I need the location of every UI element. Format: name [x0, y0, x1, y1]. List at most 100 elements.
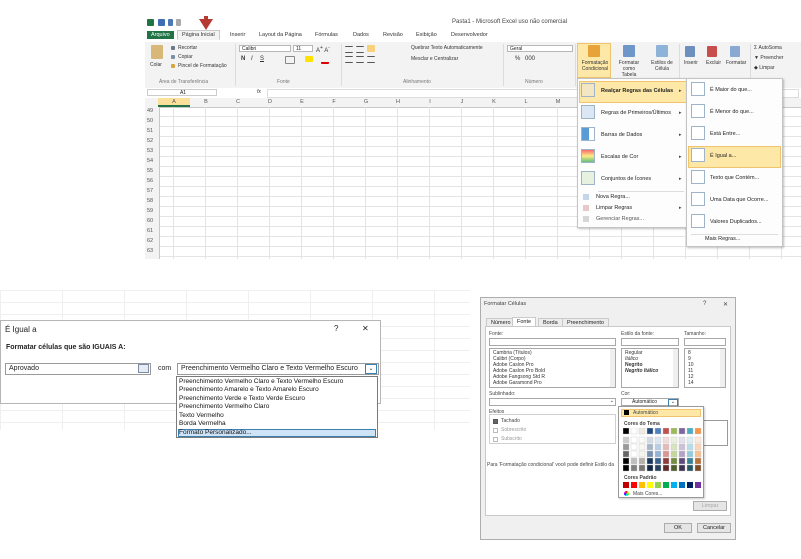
theme-color-swatch[interactable]: [638, 443, 646, 451]
help-button[interactable]: ?: [703, 301, 706, 307]
subscript-checkbox[interactable]: [493, 437, 498, 442]
dropdown-option[interactable]: Preenchimento Verde e Texto Verde Escuro: [179, 395, 305, 402]
theme-color-swatch[interactable]: [678, 464, 686, 472]
row-header[interactable]: 62: [147, 238, 153, 244]
standard-color-swatch[interactable]: [639, 482, 645, 488]
cut-button[interactable]: Recortar: [178, 45, 197, 51]
align-right-icon[interactable]: [367, 56, 375, 63]
font-color-icon[interactable]: [321, 56, 329, 64]
standard-color-swatch[interactable]: [623, 482, 629, 488]
color-select[interactable]: Automático ⌄: [621, 398, 679, 407]
menu-item-icon-sets[interactable]: Conjuntos de Ícones ▸: [578, 171, 686, 189]
theme-color-swatch[interactable]: [630, 450, 638, 458]
wrap-text-button[interactable]: Quebrar Texto Automaticamente: [411, 45, 483, 51]
column-header[interactable]: G: [350, 99, 382, 105]
chevron-down-icon[interactable]: ⌄: [365, 364, 377, 374]
theme-color-swatch[interactable]: [654, 443, 662, 451]
row-header[interactable]: 60: [147, 218, 153, 224]
theme-color-swatch[interactable]: [686, 436, 694, 444]
theme-color-swatch[interactable]: [623, 464, 630, 472]
standard-color-swatch[interactable]: [663, 482, 669, 488]
submenu-item-greater[interactable]: É Maior do que...: [687, 82, 780, 100]
format-select[interactable]: Preenchimento Vermelho Claro e Texto Ver…: [177, 363, 379, 375]
size-option[interactable]: 14: [688, 380, 694, 386]
dropdown-option-selected[interactable]: Formato Personalizado...: [179, 429, 252, 436]
row-header[interactable]: 49: [147, 108, 153, 114]
cancel-button[interactable]: Cancelar: [697, 523, 731, 533]
theme-color-swatch[interactable]: [638, 464, 646, 472]
column-header[interactable]: F: [318, 99, 350, 105]
theme-color-swatch[interactable]: [646, 464, 654, 472]
column-header[interactable]: L: [510, 99, 542, 105]
underline-button[interactable]: S: [260, 56, 264, 62]
align-center-icon[interactable]: [356, 56, 364, 63]
standard-color-row[interactable]: [623, 482, 703, 488]
menu-item-manage-rules[interactable]: Gerenciar Regras...: [578, 216, 686, 225]
tab-arquivo[interactable]: Arquivo: [147, 31, 174, 39]
theme-color-swatch[interactable]: [646, 428, 654, 435]
row-header[interactable]: 58: [147, 198, 153, 204]
theme-color-swatch[interactable]: [694, 457, 702, 465]
dropdown-option[interactable]: Borda Vermelha: [179, 420, 226, 427]
merge-center-button[interactable]: Mesclar e Centralizar: [411, 56, 458, 62]
theme-color-swatch[interactable]: [670, 464, 678, 472]
row-header[interactable]: 54: [147, 158, 153, 164]
italic-button[interactable]: I: [251, 56, 253, 62]
theme-color-swatch[interactable]: [646, 436, 654, 444]
dropdown-option[interactable]: Preenchimento Vermelho Claro e Texto Ver…: [179, 378, 343, 385]
align-bottom-icon[interactable]: [367, 45, 375, 52]
tab-revisao[interactable]: Revisão: [383, 32, 403, 38]
fill-button[interactable]: ▼ Preencher: [754, 55, 783, 61]
theme-color-swatch[interactable]: [686, 443, 694, 451]
save-icon[interactable]: [158, 19, 165, 26]
submenu-item-text-contains[interactable]: Texto que Contém...: [687, 170, 780, 188]
submenu-item-date[interactable]: Uma Data que Ocorre...: [687, 192, 780, 210]
theme-color-swatch[interactable]: [694, 436, 702, 444]
tab-exibicao[interactable]: Exibição: [416, 32, 437, 38]
theme-color-swatch[interactable]: [654, 464, 662, 472]
strikethrough-checkbox[interactable]: [493, 419, 498, 424]
menu-item-color-scales[interactable]: Escalas de Cor ▸: [578, 149, 686, 167]
menu-item-top-bottom[interactable]: Regras de Primeiros/Últimos ▸: [578, 105, 686, 123]
column-header[interactable]: K: [478, 99, 510, 105]
menu-item-highlight-rules[interactable]: Realçar Regras das Células ▸: [578, 83, 686, 101]
column-header[interactable]: A: [158, 99, 190, 105]
theme-color-swatch[interactable]: [623, 436, 630, 444]
theme-color-swatch[interactable]: [662, 428, 670, 435]
column-header[interactable]: J: [446, 99, 478, 105]
theme-color-swatch[interactable]: [662, 457, 670, 465]
theme-color-swatch[interactable]: [630, 428, 638, 435]
thousands-button[interactable]: 000: [525, 56, 535, 62]
underline-select[interactable]: ⌄: [489, 398, 616, 406]
theme-color-swatch[interactable]: [694, 443, 702, 451]
redo-icon[interactable]: [176, 19, 181, 26]
theme-color-swatch[interactable]: [662, 464, 670, 472]
theme-color-swatch[interactable]: [670, 443, 678, 451]
theme-color-swatch[interactable]: [638, 450, 646, 458]
theme-color-swatch[interactable]: [670, 428, 678, 435]
row-header[interactable]: 59: [147, 208, 153, 214]
cell-styles-button[interactable]: Estilos de Célula: [650, 60, 674, 72]
tab-formulas[interactable]: Fórmulas: [315, 32, 338, 38]
theme-color-swatch[interactable]: [670, 457, 678, 465]
undo-icon[interactable]: [168, 19, 173, 26]
submenu-item-equal[interactable]: É Igual a...: [687, 148, 780, 166]
insert-cells-button[interactable]: Inserir: [684, 60, 698, 66]
theme-color-swatch[interactable]: [662, 443, 670, 451]
align-middle-icon[interactable]: [356, 46, 364, 53]
scrollbar[interactable]: [673, 349, 678, 387]
tab-dados[interactable]: Dados: [353, 32, 369, 38]
row-header[interactable]: 53: [147, 148, 153, 154]
theme-color-swatch[interactable]: [623, 428, 630, 435]
autosum-button[interactable]: Σ AutoSoma: [754, 45, 782, 51]
font-option[interactable]: Adobe Garamond Pro: [493, 380, 542, 386]
theme-color-swatch[interactable]: [694, 464, 702, 472]
close-button[interactable]: ✕: [362, 324, 369, 333]
value-input[interactable]: Aprovado: [5, 363, 151, 375]
theme-color-swatch[interactable]: [638, 457, 646, 465]
dropdown-option[interactable]: Texto Vermelho: [179, 412, 224, 419]
column-header[interactable]: I: [414, 99, 446, 105]
theme-color-swatch[interactable]: [630, 443, 638, 451]
font-size-select[interactable]: 11: [293, 45, 313, 52]
menu-item-clear-rules[interactable]: Limpar Regras ▸: [578, 205, 686, 214]
